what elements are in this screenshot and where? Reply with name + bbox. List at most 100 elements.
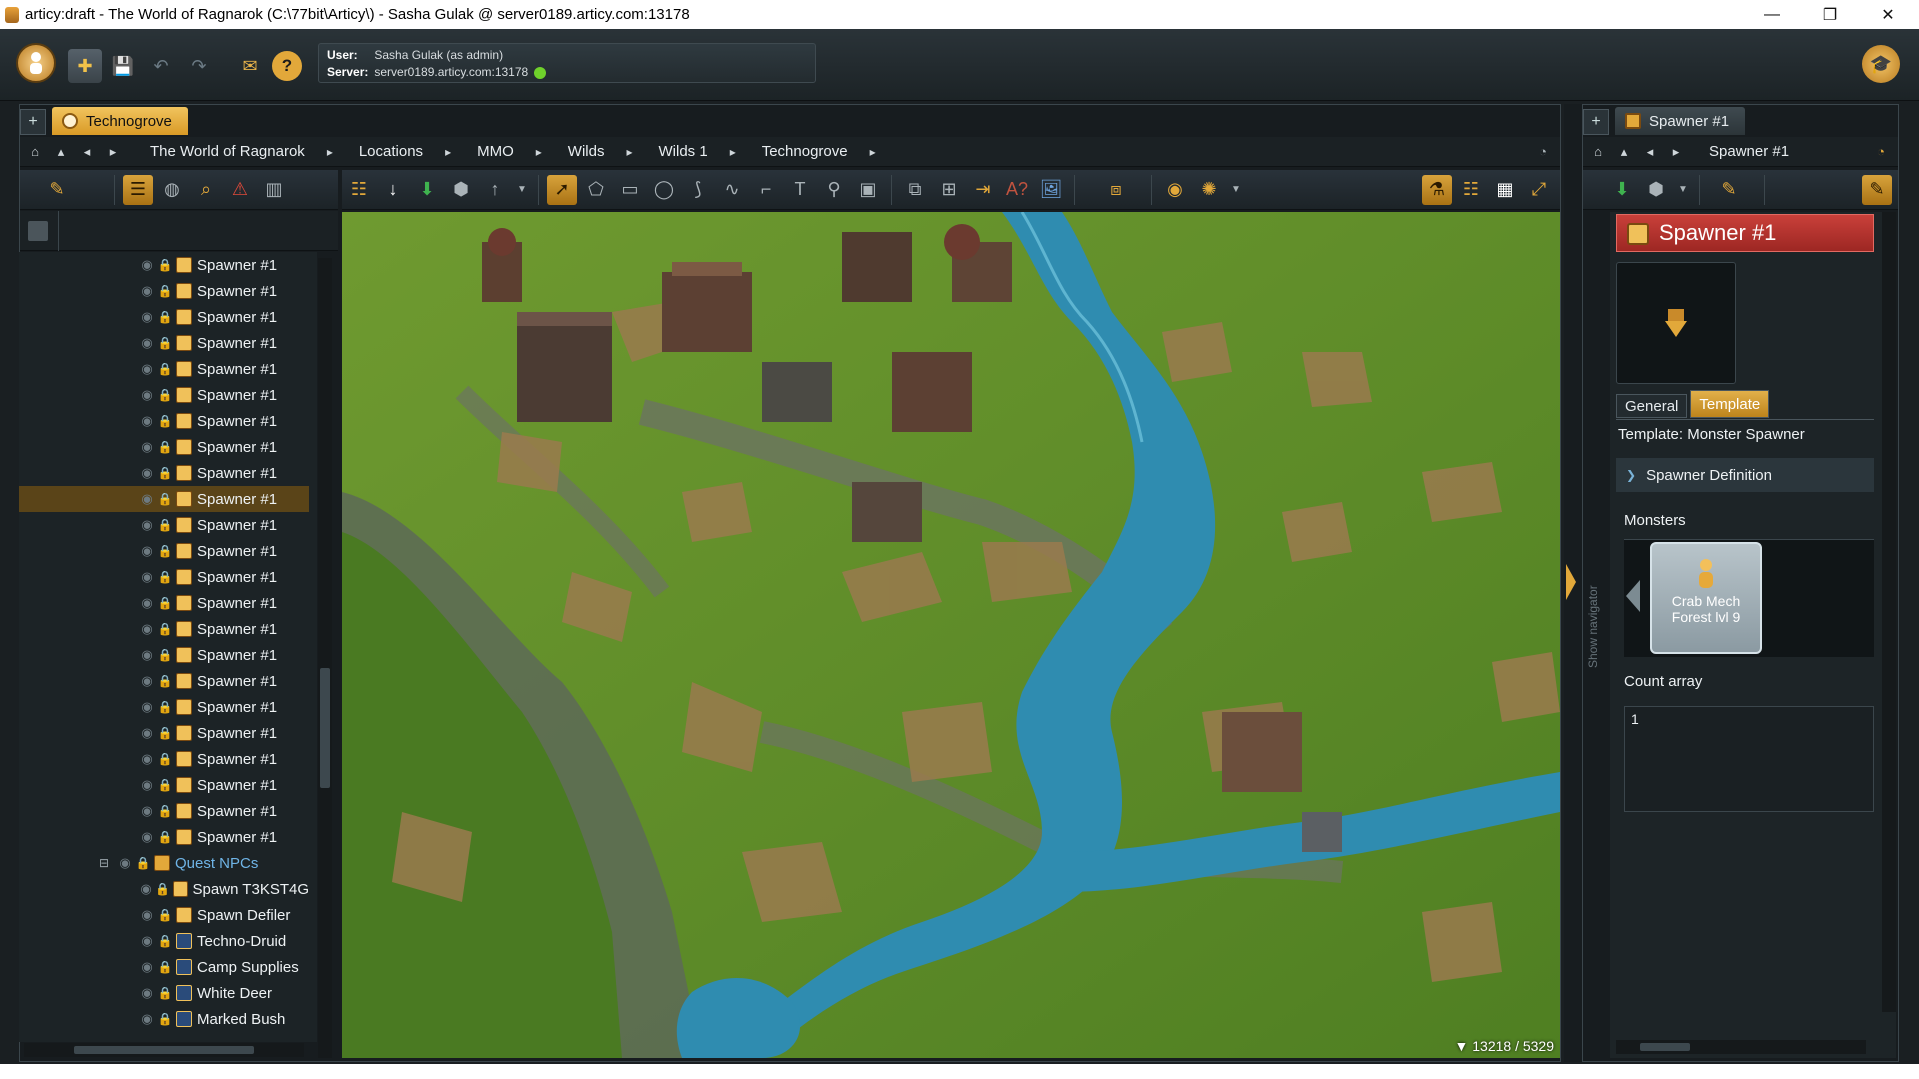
- list-view-button[interactable]: ☰: [123, 174, 153, 205]
- visibility-eye-icon[interactable]: ◉: [137, 803, 157, 819]
- lock-icon[interactable]: 🔒: [157, 414, 173, 428]
- warnings-button[interactable]: ⚠: [225, 175, 255, 205]
- collapse-icon[interactable]: ⊟: [99, 856, 113, 870]
- tree-item-spawner[interactable]: ◉ 🔒 Spawner #1: [19, 434, 309, 460]
- visibility-eye-icon[interactable]: ◉: [137, 751, 157, 767]
- mail-button[interactable]: ✉: [233, 49, 267, 83]
- add-tab-button[interactable]: +: [20, 109, 46, 135]
- breadcrumb-item[interactable]: Spawner #1: [1709, 143, 1789, 160]
- tree-item-spawner[interactable]: ◉ 🔒 Spawner #1: [19, 252, 309, 278]
- spline-tool[interactable]: ∿: [717, 175, 747, 205]
- tree-item-spawner[interactable]: ◉ 🔒 Spawner #1: [19, 642, 309, 668]
- path-tool[interactable]: ⟆: [683, 175, 713, 205]
- visibility-button[interactable]: ◉: [1160, 175, 1190, 205]
- export-button[interactable]: ⇥: [968, 175, 998, 205]
- shield-button[interactable]: ⬢: [446, 175, 476, 205]
- breadcrumb-item[interactable]: Technogrove: [762, 143, 876, 160]
- download-button[interactable]: ⬇: [412, 175, 442, 205]
- tree-item-spawner[interactable]: ◉ 🔒 Spawner #1: [19, 616, 309, 642]
- move-down-button[interactable]: ↓: [378, 175, 408, 205]
- home-icon[interactable]: ⌂: [24, 141, 46, 163]
- visibility-eye-icon[interactable]: ◉: [137, 361, 157, 377]
- app-menu-button[interactable]: [16, 43, 56, 83]
- profile-button[interactable]: 🎓: [1862, 45, 1900, 83]
- edit-icon[interactable]: ✎: [42, 175, 72, 205]
- tree-item-spawner[interactable]: ◉ 🔒 Spawner #1: [19, 798, 309, 824]
- lock-icon[interactable]: 🔒: [157, 492, 173, 506]
- scrollbar-thumb[interactable]: [320, 668, 330, 788]
- lock-icon[interactable]: 🔒: [157, 752, 173, 766]
- visibility-eye-icon[interactable]: ◉: [115, 855, 135, 871]
- lock-icon[interactable]: 🔒: [157, 258, 173, 272]
- lock-icon[interactable]: 🔒: [157, 596, 173, 610]
- visibility-eye-icon[interactable]: ◉: [137, 777, 157, 793]
- tab-technogrove[interactable]: Technogrove: [52, 107, 188, 135]
- visibility-eye-icon[interactable]: ◉: [137, 725, 157, 741]
- lock-button[interactable]: ✺: [1194, 175, 1224, 205]
- save-button[interactable]: 💾: [106, 49, 140, 83]
- visibility-eye-icon[interactable]: ◉: [137, 907, 157, 923]
- lock-icon[interactable]: 🔒: [157, 908, 173, 922]
- tree-item-spawner[interactable]: ◉ 🔒 Spawner #1: [19, 512, 309, 538]
- tree-item-npc[interactable]: ◉ 🔒 Marked Bush: [19, 1006, 309, 1032]
- move-up-button[interactable]: ↑: [480, 175, 510, 205]
- visibility-eye-icon[interactable]: ◉: [137, 595, 157, 611]
- tab-spawner[interactable]: Spawner #1: [1615, 107, 1746, 135]
- tree-item-spawner[interactable]: ◉ 🔒 Spawner #1: [19, 330, 309, 356]
- lock-icon[interactable]: 🔒: [157, 1012, 173, 1026]
- monster-card[interactable]: Crab Mech Forest lvl 9: [1650, 542, 1762, 654]
- lock-icon[interactable]: 🔒: [157, 960, 173, 974]
- lock-icon[interactable]: 🔒: [157, 570, 173, 584]
- folder-icon[interactable]: [28, 221, 48, 241]
- visibility-eye-icon[interactable]: ◉: [137, 621, 157, 637]
- tree-item-npc[interactable]: ◉ 🔒 Techno-Druid: [19, 928, 309, 954]
- collapse-arrow-icon[interactable]: [1566, 564, 1576, 600]
- visibility-eye-icon[interactable]: ◉: [137, 543, 157, 559]
- columns-button[interactable]: ▥: [259, 175, 289, 205]
- preview-image[interactable]: [1616, 262, 1736, 384]
- lock-icon[interactable]: 🔒: [157, 700, 173, 714]
- tree-item-spawner[interactable]: ◉ 🔒 Spawner #1: [19, 668, 309, 694]
- close-button[interactable]: ✕: [1859, 0, 1917, 29]
- up-icon[interactable]: ▴: [1613, 141, 1635, 163]
- inspector-scrollbar[interactable]: [1882, 212, 1896, 1012]
- breadcrumb-item[interactable]: Wilds 1: [659, 143, 736, 160]
- lock-icon[interactable]: 🔒: [157, 466, 173, 480]
- tiles-button[interactable]: ▦: [1490, 175, 1520, 205]
- visibility-eye-icon[interactable]: ◉: [137, 257, 157, 273]
- tree-item-spawner[interactable]: ◉ 🔒 Spawner #1: [19, 486, 309, 512]
- add-tab-button[interactable]: +: [1583, 109, 1609, 135]
- visibility-eye-icon[interactable]: ◉: [137, 569, 157, 585]
- layers-button[interactable]: ☷: [344, 175, 374, 205]
- back-icon[interactable]: ◂: [76, 141, 98, 163]
- scrollbar-thumb[interactable]: [74, 1046, 254, 1054]
- visibility-eye-icon[interactable]: ◉: [137, 673, 157, 689]
- properties-button[interactable]: ✎: [1862, 174, 1892, 205]
- dropdown-button[interactable]: ▼: [1228, 175, 1244, 205]
- spot-tool[interactable]: ⚲: [819, 175, 849, 205]
- tree-scrollbar[interactable]: [318, 258, 332, 1058]
- text-tool[interactable]: T: [785, 175, 815, 205]
- forward-icon[interactable]: ▸: [102, 141, 124, 163]
- visibility-eye-icon[interactable]: ◉: [137, 985, 157, 1001]
- search-button[interactable]: ⌕: [191, 175, 221, 205]
- tree-item-spawner[interactable]: ◉ 🔒 Spawner #1: [19, 590, 309, 616]
- tree-item-spawner[interactable]: ◉ 🔒 Spawner #1: [19, 746, 309, 772]
- dropdown-button[interactable]: ▼: [1675, 175, 1691, 205]
- scrollbar-thumb[interactable]: [1640, 1043, 1690, 1051]
- visibility-eye-icon[interactable]: ◉: [137, 465, 157, 481]
- tree-item-spawner[interactable]: ◉ 🔒 Spawner #1: [19, 538, 309, 564]
- lock-icon[interactable]: 🔒: [157, 622, 173, 636]
- count-array-input[interactable]: 1: [1624, 706, 1874, 812]
- rectangle-tool[interactable]: ▭: [615, 175, 645, 205]
- tree-item-spawner[interactable]: ◉ 🔒 Spawner #1: [19, 304, 309, 330]
- tab-template[interactable]: Template: [1690, 390, 1770, 418]
- visibility-eye-icon[interactable]: ◉: [137, 413, 157, 429]
- back-icon[interactable]: ◂: [1639, 141, 1661, 163]
- minimize-button[interactable]: —: [1743, 0, 1801, 29]
- tree-item-spawner[interactable]: ◉ 🔒 Spawner #1: [19, 460, 309, 486]
- lock-icon[interactable]: 🔒: [155, 882, 170, 896]
- globe-button[interactable]: ◍: [157, 175, 187, 205]
- picture-button[interactable]: 🖼: [1036, 175, 1066, 205]
- tree-item-spawner[interactable]: ◉ 🔒 Spawner #1: [19, 408, 309, 434]
